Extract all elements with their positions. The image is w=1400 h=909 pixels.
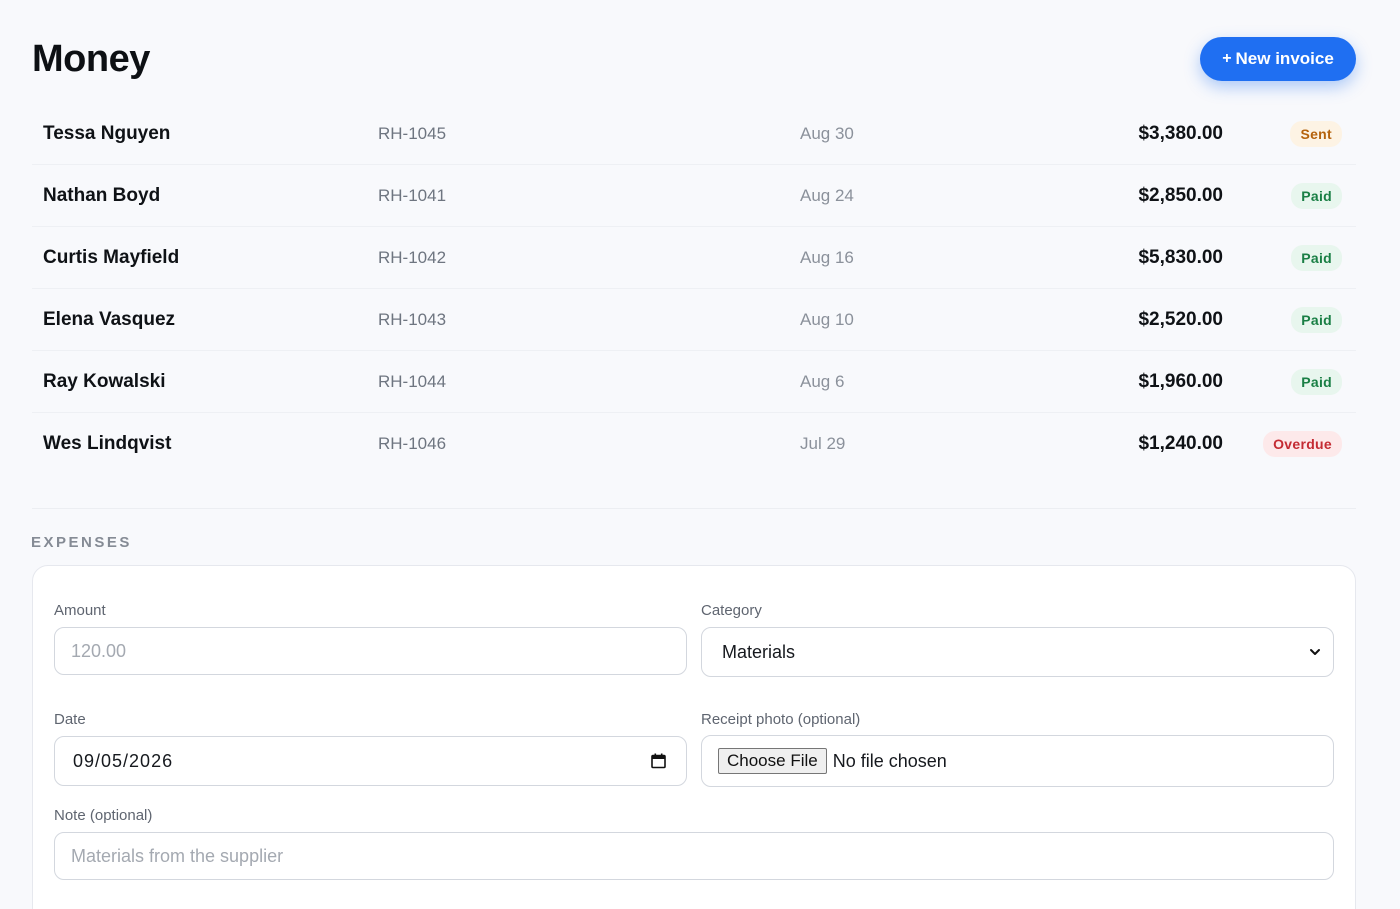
status-badge: Paid — [1291, 244, 1342, 271]
invoice-id: RH-1041 — [378, 185, 447, 205]
invoice-amount: $3,380.00 — [1138, 122, 1223, 144]
invoice-date: Aug 24 — [800, 185, 854, 205]
new-invoice-label: New invoice — [1235, 49, 1334, 68]
invoice-date: Aug 16 — [800, 247, 854, 267]
amount-input[interactable] — [54, 627, 687, 675]
invoice-row[interactable]: Tessa Nguyen RH-1045 Aug 30 $3,380.00 Se… — [32, 103, 1356, 165]
client-name: Curtis Mayfield — [43, 246, 180, 268]
client-name: Nathan Boyd — [43, 184, 161, 206]
amount-label: Amount — [54, 602, 106, 619]
note-input[interactable] — [54, 832, 1334, 880]
invoice-id: RH-1046 — [378, 434, 447, 453]
invoice-list: Tessa Nguyen RH-1045 Aug 30 $3,380.00 Se… — [32, 103, 1356, 475]
invoice-row[interactable]: Curtis Mayfield RH-1042 Aug 16 $5,830.00… — [32, 227, 1356, 289]
invoice-id: RH-1044 — [378, 371, 447, 391]
client-name: Elena Vasquez — [43, 308, 176, 330]
status-badge: Sent — [1290, 120, 1342, 147]
invoice-row[interactable]: Nathan Boyd RH-1041 Aug 24 $2,850.00 Pai… — [32, 165, 1356, 227]
expenses-section-label: EXPENSES — [31, 534, 132, 551]
status-badge: Paid — [1291, 306, 1342, 333]
invoice-date: Aug 30 — [800, 123, 854, 143]
invoice-amount: $1,240.00 — [1138, 433, 1223, 454]
invoice-id: RH-1043 — [378, 309, 447, 329]
date-value: 09/05/2026 — [73, 750, 174, 771]
section-divider — [32, 508, 1356, 509]
status-badge: Paid — [1291, 368, 1342, 395]
category-selected-value: Materials — [722, 641, 796, 662]
invoice-id: RH-1045 — [378, 123, 447, 143]
status-badge: Overdue — [1263, 431, 1342, 457]
page-title: Money — [32, 38, 150, 80]
invoice-amount: $2,850.00 — [1138, 184, 1223, 206]
no-file-text: No file chosen — [832, 750, 947, 771]
client-name: Tessa Nguyen — [43, 122, 171, 144]
page-header: Money + New invoice — [32, 36, 1356, 82]
invoice-amount: $2,520.00 — [1138, 308, 1223, 330]
invoice-amount: $1,960.00 — [1138, 370, 1223, 392]
status-badge: Paid — [1291, 182, 1342, 209]
plus-icon: + — [1222, 50, 1232, 67]
date-label: Date — [54, 711, 86, 728]
receipt-photo-label: Receipt photo (optional) — [701, 711, 861, 728]
category-label: Category — [701, 602, 762, 619]
expense-form-card: Amount Category Materials Date 09/05/202… — [32, 565, 1356, 909]
date-input[interactable]: 09/05/2026 — [54, 736, 687, 786]
invoice-row[interactable]: Wes Lindqvist RH-1046 Jul 29 $1,240.00 O… — [32, 413, 1356, 475]
category-select[interactable]: Materials — [701, 627, 1334, 677]
chevron-down-icon — [1310, 649, 1320, 655]
client-name: Ray Kowalski — [43, 370, 166, 392]
invoice-date: Jul 29 — [800, 434, 846, 453]
choose-file-button[interactable]: Choose File — [718, 748, 827, 774]
note-label: Note (optional) — [54, 807, 153, 824]
invoice-row[interactable]: Elena Vasquez RH-1043 Aug 10 $2,520.00 P… — [32, 289, 1356, 351]
invoice-date: Aug 10 — [800, 309, 854, 329]
calendar-icon[interactable] — [651, 753, 666, 769]
invoice-date: Aug 6 — [800, 371, 845, 391]
money-page: Money + New invoice Tessa Nguyen RH-1045… — [0, 0, 1400, 909]
invoice-amount: $5,830.00 — [1138, 246, 1223, 268]
invoice-row[interactable]: Ray Kowalski RH-1044 Aug 6 $1,960.00 Pai… — [32, 351, 1356, 413]
new-invoice-button[interactable]: + New invoice — [1200, 37, 1356, 81]
client-name: Wes Lindqvist — [43, 433, 172, 454]
receipt-file-input[interactable]: Choose File No file chosen — [701, 735, 1334, 787]
invoice-id: RH-1042 — [378, 247, 447, 267]
